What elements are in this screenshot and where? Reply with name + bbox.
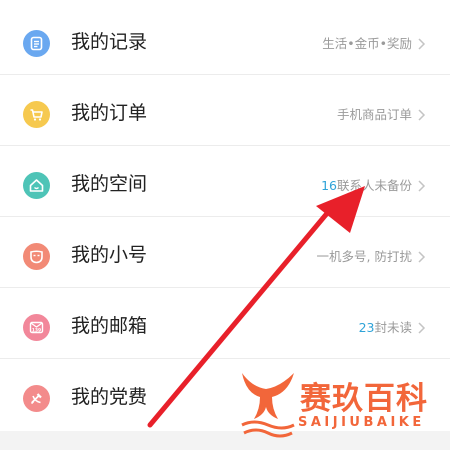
- detail-text: 联系人未备份: [336, 178, 412, 193]
- menu-item-label: 我的订单: [71, 102, 148, 124]
- menu-item-label: 我的记录: [71, 31, 148, 53]
- list-icon: [23, 30, 50, 57]
- menu-item-orders[interactable]: 我的订单 手机商品订单: [0, 76, 450, 146]
- detail-text: 生活•金币•奖励: [322, 36, 412, 51]
- menu-item-detail: 23 封未读: [359, 319, 426, 337]
- mail-icon-text: 139: [32, 328, 41, 334]
- count-badge: 23: [358, 320, 375, 335]
- whale-tail-logo-icon: [241, 373, 295, 438]
- party-emblem-icon: [23, 385, 50, 412]
- watermark-subtitle: SAIJIUBAIKE: [298, 415, 425, 430]
- cart-icon: [23, 101, 50, 128]
- menu-item-mailbox[interactable]: 139 我的邮箱 23 封未读: [0, 289, 450, 359]
- home-icon: [23, 172, 50, 199]
- menu-item-detail: 生活•金币•奖励: [322, 35, 426, 53]
- chevron-right-icon: [416, 250, 426, 264]
- chevron-right-icon: [416, 108, 426, 122]
- menu-item-sub-number[interactable]: 我的小号 一机多号, 防打扰: [0, 218, 450, 288]
- mail-139-icon: 139: [23, 314, 50, 341]
- watermark: 赛玖百科 SAIJIUBAIKE: [238, 365, 450, 445]
- watermark-title: 赛玖百科: [300, 381, 428, 417]
- menu-item-detail: 手机商品订单: [337, 106, 426, 124]
- detail-text: 封未读: [374, 320, 412, 335]
- menu-item-label: 我的党费: [71, 386, 148, 408]
- count-badge: 16: [321, 178, 337, 193]
- menu-item-space[interactable]: 我的空间 16 联系人未备份: [0, 147, 450, 217]
- detail-text: 手机商品订单: [336, 107, 412, 122]
- menu-item-records[interactable]: 我的记录 生活•金币•奖励: [0, 5, 450, 75]
- menu-item-label: 我的邮箱: [71, 315, 148, 337]
- chevron-right-icon: [416, 37, 426, 51]
- chevron-right-icon: [416, 321, 426, 335]
- menu-item-label: 我的空间: [71, 173, 148, 195]
- detail-text: 一机多号, 防打扰: [316, 249, 412, 264]
- menu-item-label: 我的小号: [71, 244, 148, 266]
- mask-icon: [23, 243, 50, 270]
- menu-item-detail: 一机多号, 防打扰: [317, 248, 426, 266]
- chevron-right-icon: [416, 179, 426, 193]
- menu-item-detail: 16 联系人未备份: [321, 177, 426, 195]
